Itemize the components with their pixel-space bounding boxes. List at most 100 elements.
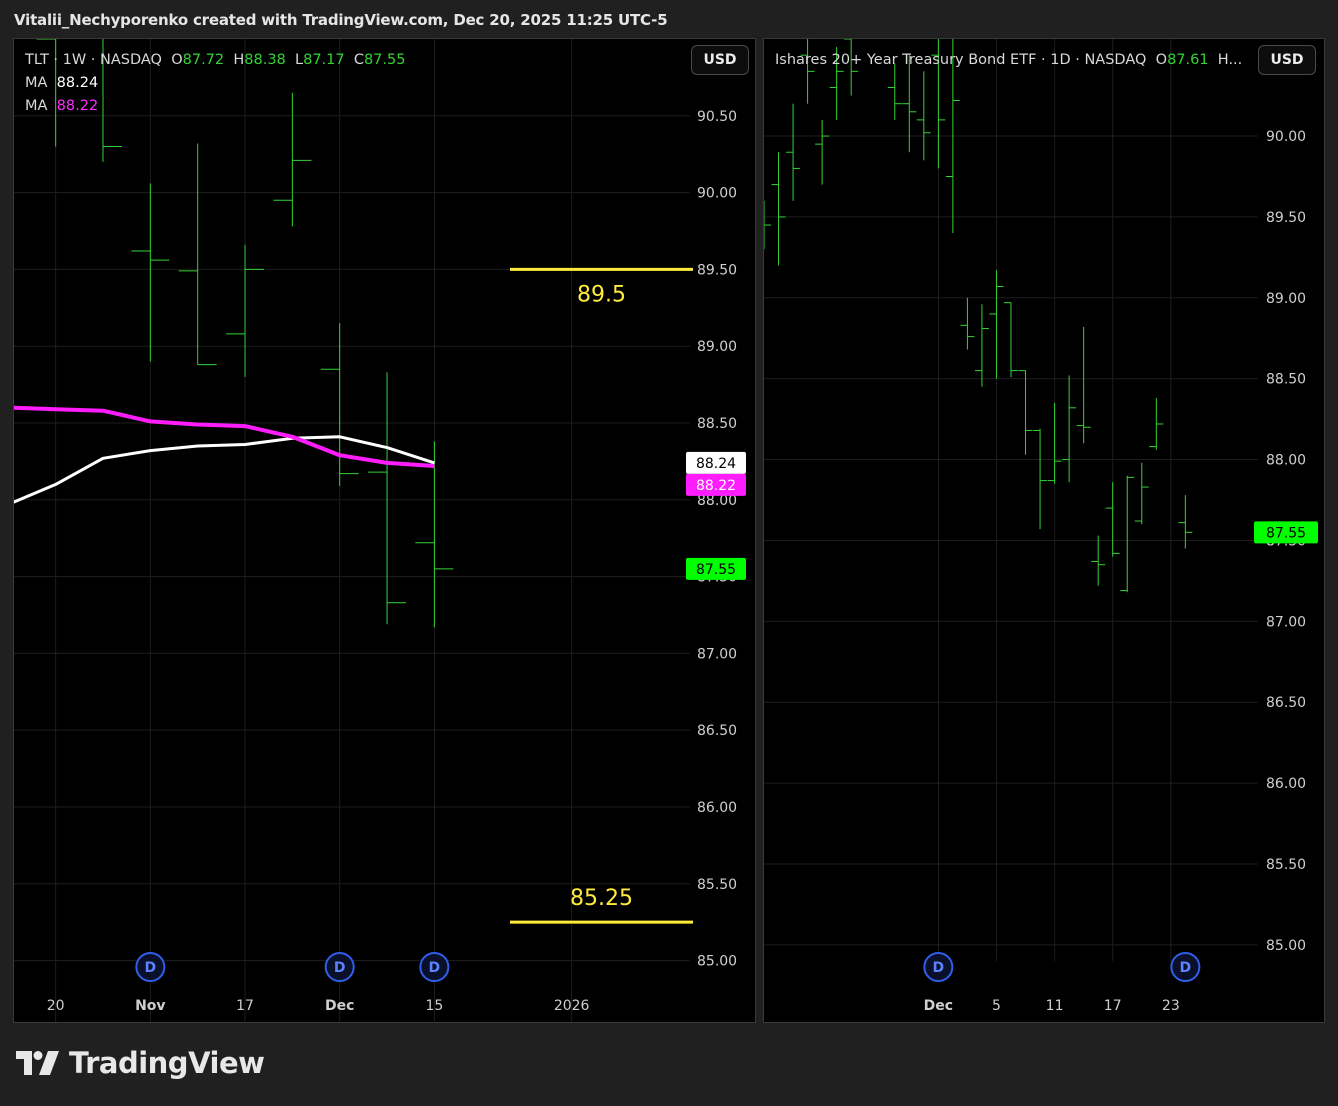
weekly-ohlc-bar bbox=[131, 183, 170, 362]
daily-ohlc-bar bbox=[1047, 402, 1062, 484]
daily-y-tick-label: 85.50 bbox=[1266, 857, 1306, 873]
weekly-y-tick-label: 90.00 bbox=[697, 186, 737, 202]
daily-legend-open-label: O bbox=[1155, 52, 1168, 68]
weekly-x-tick-label: Dec bbox=[325, 998, 354, 1014]
weekly-ohlc-bar bbox=[178, 143, 217, 366]
daily-x-tick-label: 11 bbox=[1046, 998, 1064, 1014]
daily-dividend-label: D bbox=[1180, 960, 1192, 976]
daily-ohlc-bar bbox=[1134, 462, 1149, 525]
daily-currency-button[interactable]: USD bbox=[1258, 45, 1316, 75]
daily-y-tick-label: 85.00 bbox=[1266, 938, 1306, 954]
weekly-ma-line-1 bbox=[14, 435, 435, 504]
daily-ohlc-bar bbox=[960, 297, 975, 350]
weekly-ohlc-bar bbox=[415, 441, 454, 628]
weekly-x-tick-label: Nov bbox=[135, 998, 165, 1014]
ma1-label: MA bbox=[25, 75, 48, 91]
weekly-ma-line-2 bbox=[14, 405, 435, 468]
daily-ohlc-bar bbox=[815, 119, 830, 185]
daily-ohlc-bar bbox=[916, 71, 931, 161]
weekly-dividend-label: D bbox=[334, 960, 346, 976]
weekly-y-tick-label: 88.50 bbox=[697, 416, 737, 432]
weekly-currency-button[interactable]: USD bbox=[691, 45, 749, 75]
weekly-legend-close-label: C bbox=[353, 52, 364, 68]
tradingview-logo-icon bbox=[16, 1051, 59, 1075]
daily-y-tick-label: 88.50 bbox=[1266, 372, 1306, 388]
daily-x-tick-label: Dec bbox=[924, 998, 953, 1014]
daily-y-tick-label: 89.50 bbox=[1266, 210, 1306, 226]
daily-ohlc-bar bbox=[1105, 482, 1120, 557]
daily-ohlc-bar bbox=[1004, 302, 1018, 378]
weekly-x-tick-label: 20 bbox=[47, 998, 65, 1014]
daily-chart-panel[interactable]: 85.0085.5086.0086.5087.0087.5088.0088.50… bbox=[763, 38, 1325, 1023]
weekly-ohlc-bar bbox=[226, 244, 265, 377]
weekly-chart-legend: TLT · 1W · NASDAQ O87.72 H88.38 L87.17 C… bbox=[25, 49, 405, 118]
weekly-legend-high-label: H bbox=[233, 52, 245, 68]
daily-ohlc-bar bbox=[1018, 370, 1033, 455]
weekly-y-tick-label: 86.50 bbox=[697, 723, 737, 739]
daily-legend-open: 87.61 bbox=[1167, 52, 1209, 68]
weekly-dividend-label: D bbox=[429, 960, 441, 976]
weekly-price-tag-label: 88.24 bbox=[696, 456, 736, 472]
weekly-y-tick-label: 90.50 bbox=[697, 109, 737, 125]
weekly-y-tick-label: 86.00 bbox=[697, 800, 737, 816]
weekly-price-tag-label: 87.55 bbox=[696, 562, 736, 578]
daily-y-tick-label: 86.00 bbox=[1266, 776, 1306, 792]
weekly-legend-close: 87.55 bbox=[363, 52, 406, 68]
daily-ohlc-bar bbox=[771, 152, 786, 266]
weekly-chart-canvas[interactable]: 85.0085.5086.0086.5087.0087.5088.0088.50… bbox=[14, 39, 755, 1022]
weekly-x-tick-label: 15 bbox=[425, 998, 443, 1014]
weekly-legend-open: 87.72 bbox=[182, 52, 225, 68]
weekly-x-tick-label: 2026 bbox=[554, 998, 590, 1014]
weekly-y-tick-label: 89.00 bbox=[697, 339, 737, 355]
weekly-level-label: 89.5 bbox=[577, 282, 626, 307]
daily-ohlc-bar bbox=[1091, 535, 1106, 586]
daily-ohlc-bar bbox=[1149, 398, 1164, 450]
daily-ohlc-bar bbox=[1033, 428, 1048, 530]
daily-y-tick-label: 86.50 bbox=[1266, 695, 1306, 711]
weekly-x-tick-label: 17 bbox=[236, 998, 254, 1014]
weekly-dividend-label: D bbox=[145, 960, 157, 976]
daily-ohlc-bar bbox=[974, 304, 989, 387]
weekly-legend-symbol: TLT · 1W · NASDAQ bbox=[25, 52, 162, 68]
daily-ohlc-bar bbox=[1120, 475, 1135, 593]
weekly-ohlc-bar bbox=[320, 323, 359, 486]
daily-y-tick-label: 87.00 bbox=[1266, 614, 1306, 630]
daily-y-tick-label: 90.00 bbox=[1266, 129, 1306, 145]
weekly-legend-open-label: O bbox=[171, 52, 183, 68]
daily-chart-canvas[interactable]: 85.0085.5086.0086.5087.0087.5088.0088.50… bbox=[764, 39, 1324, 1022]
daily-legend-symbol: Ishares 20+ Year Treasury Bond ETF · 1D … bbox=[775, 52, 1147, 68]
weekly-chart-panel[interactable]: 85.0085.5086.0086.5087.0087.5088.0088.50… bbox=[13, 38, 756, 1023]
tradingview-brand[interactable]: TradingView bbox=[16, 1046, 265, 1080]
weekly-ohlc-bar bbox=[368, 372, 407, 625]
daily-ohlc-bar bbox=[989, 270, 1004, 379]
weekly-legend-low: 87.17 bbox=[303, 52, 345, 68]
weekly-level-label: 85.25 bbox=[570, 886, 633, 911]
daily-y-tick-label: 88.00 bbox=[1266, 453, 1306, 469]
daily-price-tag-label: 87.55 bbox=[1266, 525, 1306, 541]
ma1-value: 88.24 bbox=[56, 75, 99, 91]
weekly-legend-ohlc-row: TLT · 1W · NASDAQ O87.72 H88.38 L87.17 C… bbox=[25, 49, 405, 72]
ma2-value: 88.22 bbox=[56, 98, 99, 114]
ma2-label: MA bbox=[25, 98, 48, 114]
weekly-y-tick-label: 85.00 bbox=[697, 954, 737, 970]
daily-x-tick-label: 5 bbox=[992, 998, 1001, 1014]
weekly-price-tag-label: 88.22 bbox=[696, 478, 736, 494]
daily-y-tick-label: 89.00 bbox=[1266, 291, 1306, 307]
daily-dividend-label: D bbox=[933, 960, 945, 976]
weekly-legend-ma1-row[interactable]: MA 88.24 bbox=[25, 72, 405, 95]
weekly-y-tick-label: 87.00 bbox=[697, 646, 737, 662]
daily-legend-ohlc-row: Ishares 20+ Year Treasury Bond ETF · 1D … bbox=[775, 49, 1242, 72]
daily-ohlc-bar bbox=[1076, 326, 1091, 444]
daily-ohlc-bar bbox=[1062, 375, 1077, 483]
weekly-y-tick-label: 85.50 bbox=[697, 877, 737, 893]
daily-ohlc-bar bbox=[786, 103, 801, 201]
weekly-legend-low-label: L bbox=[295, 52, 304, 68]
daily-ohlc-bar bbox=[764, 200, 771, 250]
weekly-legend-ma2-row[interactable]: MA 88.22 bbox=[25, 95, 405, 118]
daily-chart-legend: Ishares 20+ Year Treasury Bond ETF · 1D … bbox=[775, 49, 1242, 72]
daily-x-tick-label: 17 bbox=[1104, 998, 1122, 1014]
weekly-legend-high: 88.38 bbox=[244, 52, 286, 68]
daily-legend-truncated: H... bbox=[1217, 52, 1243, 68]
weekly-y-tick-label: 89.50 bbox=[697, 262, 737, 278]
daily-x-tick-label: 23 bbox=[1162, 998, 1180, 1014]
